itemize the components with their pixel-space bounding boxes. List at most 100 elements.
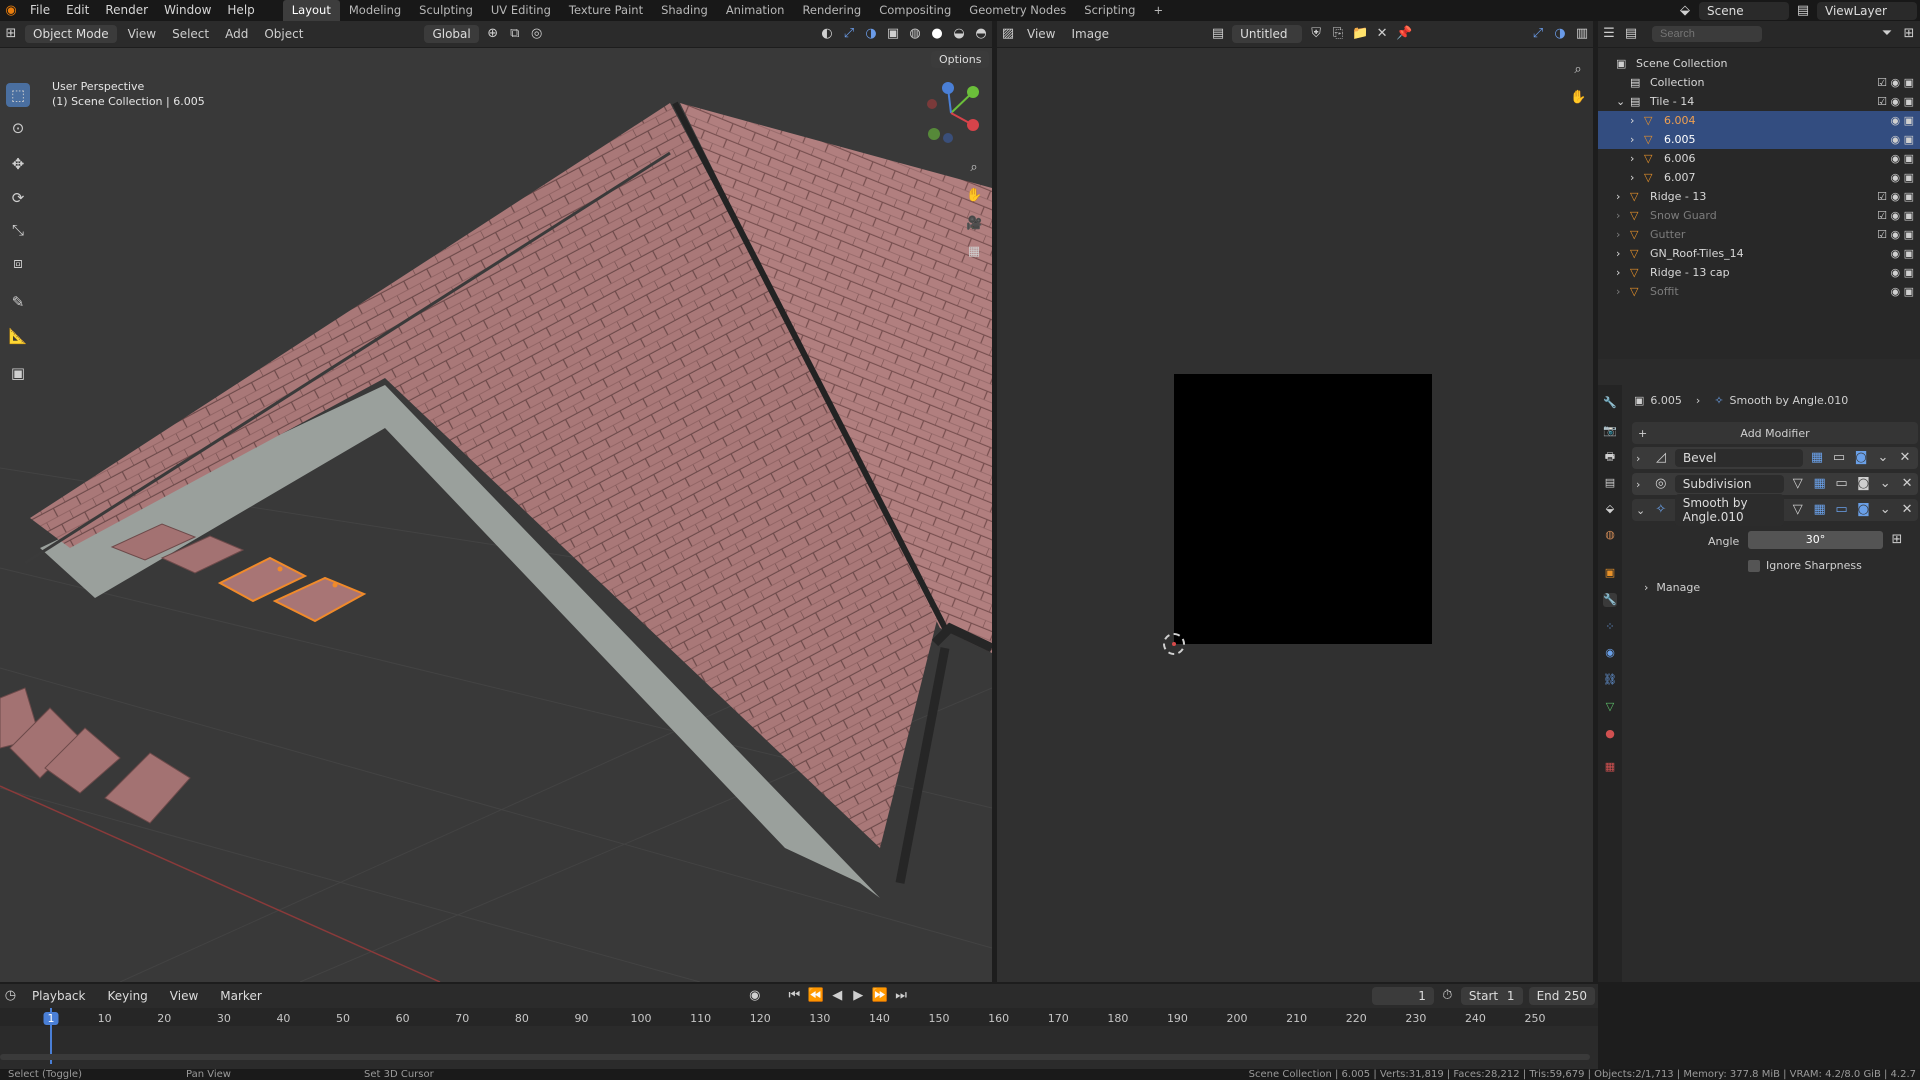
navigation-gizmo[interactable] — [918, 80, 984, 146]
view-layer-tab-icon[interactable]: ▤ — [1603, 476, 1617, 490]
expand-chevron-icon[interactable]: › — [1616, 285, 1630, 298]
overlay-icon[interactable]: ◑ — [863, 26, 879, 42]
open-image-icon[interactable]: 📁 — [1352, 26, 1368, 42]
output-tab-icon[interactable]: 🖶 — [1603, 450, 1617, 464]
modifier-name-bevel[interactable]: Bevel — [1675, 449, 1803, 467]
viewport-toggle-icon[interactable]: ▭ — [1834, 502, 1850, 518]
3d-viewport[interactable]: User Perspective (1) Scene Collection | … — [0, 48, 992, 982]
world-tab-icon[interactable]: ◍ — [1603, 528, 1617, 542]
tool-tab-icon[interactable]: 🔧 — [1603, 396, 1617, 410]
playback-menu[interactable]: Playback — [24, 987, 94, 1005]
node-socket-icon[interactable]: ⊞ — [1889, 532, 1905, 548]
outliner-row[interactable]: ▤ Collection ☑ ◉ ▣ — [1598, 73, 1920, 92]
blender-logo-icon[interactable]: ◉ — [3, 3, 19, 19]
tab-geometry-nodes[interactable]: Geometry Nodes — [960, 0, 1075, 21]
visibility-toggle-icon[interactable]: ◉ ▣ — [1872, 133, 1920, 146]
visibility-toggle-icon[interactable]: ◉ ▣ — [1872, 171, 1920, 184]
start-frame-field[interactable]: Start 1 — [1460, 987, 1523, 1005]
jump-start-icon[interactable]: ⏮ — [787, 988, 802, 1004]
new-image-icon[interactable]: ⎘ — [1330, 26, 1346, 42]
outliner-row[interactable]: ⌄ ▤ Tile - 14 ☑ ◉ ▣ — [1598, 92, 1920, 111]
snap-icon[interactable]: ⧉ — [507, 26, 523, 42]
unlink-image-icon[interactable]: ✕ — [1374, 26, 1390, 42]
physics-tab-icon[interactable]: ◉ — [1603, 646, 1617, 660]
transform-tool-icon[interactable]: ⧈ — [6, 251, 30, 275]
rendered-shading-icon[interactable]: ◓ — [973, 26, 989, 42]
expand-chevron-icon[interactable]: › — [1644, 581, 1648, 594]
modifier-subdivision[interactable]: › ◎ Subdivision ▽ ▦ ▭ ◙ ⌄ ✕ — [1632, 473, 1918, 495]
modifier-smooth-by-angle[interactable]: ⌄ ✧ Smooth by Angle.010 ▽ ▦ ▭ ◙ ⌄ ✕ — [1632, 494, 1918, 526]
dropdown-icon[interactable]: ⌄ — [1877, 476, 1893, 492]
proportional-edit-icon[interactable]: ◎ — [529, 26, 545, 42]
outliner-row[interactable]: › ▽ Gutter ☑ ◉ ▣ — [1598, 225, 1920, 244]
outliner-row[interactable]: › ▽ Ridge - 13 cap ◉ ▣ — [1598, 263, 1920, 282]
tab-uv-editing[interactable]: UV Editing — [482, 0, 560, 21]
expand-chevron-icon[interactable]: › — [1630, 152, 1644, 165]
viewport-menu-add[interactable]: Add — [217, 27, 256, 41]
timeline[interactable]: ◷ Playback Keying View Marker ◉ ⏮ ⏪ ◀ ▶ … — [0, 984, 1598, 1069]
expand-chevron-icon[interactable]: › — [1616, 228, 1630, 241]
outliner-row[interactable]: › ▽ 6.007 ◉ ▣ — [1598, 168, 1920, 187]
fake-user-icon[interactable]: ⛨ — [1308, 26, 1324, 42]
expand-chevron-icon[interactable]: › — [1636, 452, 1650, 465]
visibility-toggle-icon[interactable]: ◉ ▣ — [1872, 114, 1920, 127]
on-cage-icon[interactable]: ▽ — [1790, 502, 1806, 518]
ignore-sharpness-checkbox[interactable] — [1748, 559, 1760, 572]
dropdown-icon[interactable]: ⌄ — [1877, 502, 1893, 518]
image-editor[interactable]: ⌕ ✋ — [997, 48, 1593, 982]
remove-modifier-icon[interactable]: ✕ — [1899, 502, 1915, 518]
cursor-tool-icon[interactable]: ⊙ — [6, 116, 30, 140]
uv-gizmo-icon[interactable]: ⤢ — [1530, 26, 1546, 42]
annotate-tool-icon[interactable]: ✎ — [6, 290, 30, 314]
camera-view-icon[interactable]: 🎥 — [966, 216, 982, 232]
outliner-search-input[interactable] — [1652, 26, 1762, 42]
visibility-toggle-icon[interactable]: ☑ ◉ ▣ — [1872, 95, 1920, 108]
visibility-icon[interactable]: ◐ — [819, 26, 835, 42]
render-toggle-icon[interactable]: ◙ — [1855, 476, 1871, 492]
add-cube-tool-icon[interactable]: ▣ — [6, 361, 30, 385]
add-modifier-button[interactable]: + Add Modifier — [1632, 422, 1918, 444]
outliner-row[interactable]: › ▽ 6.005 ◉ ▣ — [1598, 130, 1920, 149]
texture-tab-icon[interactable]: ▦ — [1603, 760, 1617, 774]
expand-chevron-icon[interactable]: › — [1636, 478, 1650, 491]
menu-help[interactable]: Help — [219, 0, 262, 21]
dropdown-icon[interactable]: ⌄ — [1875, 450, 1891, 466]
modifier-bevel[interactable]: › ◿ Bevel ▦ ▭ ◙ ⌄ ✕ — [1632, 447, 1918, 469]
scene-tab-icon[interactable]: ⬙ — [1603, 502, 1617, 516]
menu-window[interactable]: Window — [156, 0, 219, 21]
jump-end-icon[interactable]: ⏭ — [894, 988, 909, 1004]
move-tool-icon[interactable]: ✥ — [6, 152, 30, 176]
prev-keyframe-icon[interactable]: ⏪ — [808, 988, 824, 1004]
2d-cursor-icon[interactable] — [1163, 633, 1185, 655]
expand-chevron-icon[interactable]: › — [1630, 114, 1644, 127]
menu-render[interactable]: Render — [97, 0, 156, 21]
measure-tool-icon[interactable]: 📐 — [6, 324, 30, 348]
modifier-name-subdivision[interactable]: Subdivision — [1674, 475, 1784, 493]
remove-modifier-icon[interactable]: ✕ — [1899, 476, 1915, 492]
scene-selector[interactable]: Scene — [1699, 1, 1789, 20]
outliner-row[interactable]: › ▽ Ridge - 13 ☑ ◉ ▣ — [1598, 187, 1920, 206]
pivot-icon[interactable]: ⊕ — [485, 26, 501, 42]
outliner-type-icon[interactable]: ☰ — [1601, 26, 1617, 42]
scale-tool-icon[interactable]: ⤡ — [6, 218, 30, 242]
play-icon[interactable]: ▶ — [851, 988, 866, 1004]
manage-panel[interactable]: › Manage — [1644, 581, 1700, 594]
tab-scripting[interactable]: Scripting — [1075, 0, 1144, 21]
expand-chevron-icon[interactable]: › — [1616, 190, 1630, 203]
add-workspace-icon[interactable]: + — [1144, 0, 1172, 21]
image-zoom-icon[interactable]: ⌕ — [1570, 62, 1586, 78]
tab-sculpting[interactable]: Sculpting — [410, 0, 482, 21]
timeline-type-icon[interactable]: ◷ — [3, 988, 18, 1004]
visibility-toggle-icon[interactable]: ☑ ◉ ▣ — [1872, 228, 1920, 241]
editor-type-icon[interactable]: ⊞ — [3, 26, 19, 42]
display-channels-icon[interactable]: ▥ — [1574, 26, 1590, 42]
timeline-scrollbar[interactable] — [0, 1054, 1590, 1060]
image-name-field[interactable]: Untitled — [1232, 25, 1303, 43]
expand-chevron-icon[interactable]: › — [1630, 133, 1644, 146]
mode-selector[interactable]: Object Mode — [25, 25, 117, 43]
modifier-name-smooth[interactable]: Smooth by Angle.010 — [1674, 494, 1784, 526]
angle-field[interactable]: 30° — [1748, 531, 1883, 549]
keying-menu[interactable]: Keying — [99, 987, 155, 1005]
ortho-grid-icon[interactable]: ▦ — [966, 244, 982, 260]
particles-tab-icon[interactable]: ⁘ — [1603, 620, 1617, 634]
